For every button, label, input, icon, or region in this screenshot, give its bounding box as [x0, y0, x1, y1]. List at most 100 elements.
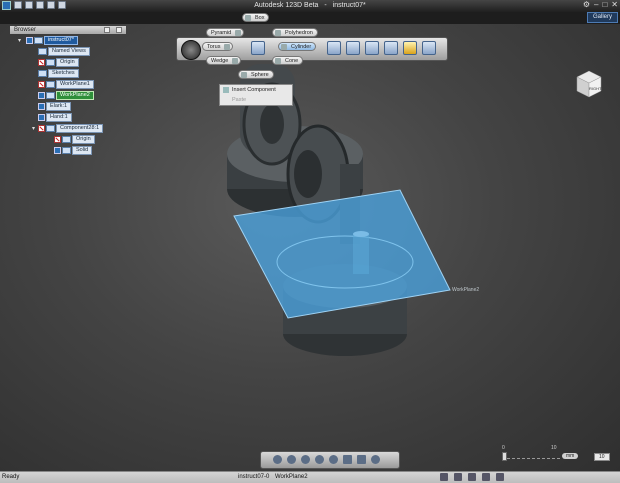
hidden-icon[interactable]: [38, 125, 45, 132]
box-icon: [245, 15, 251, 21]
primitive-polyhedron-button[interactable]: Polyhedron: [272, 28, 318, 37]
viewcube[interactable]: RIGHT: [574, 68, 604, 100]
visual-style-icon[interactable]: [357, 455, 366, 464]
insert-component-icon: [223, 87, 229, 93]
visibility-icon[interactable]: [38, 114, 45, 121]
status-bar: Ready instruct07-0 WorkPlane2: [0, 471, 620, 483]
primitives-menu-button[interactable]: [181, 40, 201, 60]
torus-icon: [224, 44, 231, 50]
origin-icon: [62, 136, 71, 143]
primitive-pyramid-button[interactable]: Pyramid: [206, 28, 245, 37]
primitive-label: Cone: [285, 58, 299, 64]
zoom-icon[interactable]: [315, 455, 324, 464]
fit-icon[interactable]: [329, 455, 338, 464]
tree-item-component28[interactable]: Component28:1: [38, 124, 104, 133]
zoom-slider-track[interactable]: [502, 454, 560, 459]
workplane-label: WorkPlane2: [452, 287, 480, 293]
snap-tool-icon[interactable]: [422, 41, 436, 55]
tree-item-workplane2[interactable]: WorkPlane2: [38, 91, 94, 100]
tree-item-named-views[interactable]: Named Views: [38, 47, 90, 56]
navigation-bar: [260, 451, 400, 469]
look-at-icon[interactable]: [287, 455, 296, 464]
primitive-label: Pyramid: [211, 30, 232, 36]
layout-icon[interactable]: [482, 473, 490, 481]
viewcube-icon[interactable]: [574, 68, 604, 100]
menu-item-paste[interactable]: Paste: [220, 95, 292, 105]
menu-item-insert-component[interactable]: Insert Component: [220, 85, 292, 95]
tree-label: Sketches: [48, 69, 79, 78]
folder-icon: [38, 48, 47, 55]
document-icon: [34, 37, 43, 44]
grid-icon[interactable]: [454, 473, 462, 481]
primitive-cylinder-button[interactable]: Cylinder: [278, 42, 317, 51]
zoom-slider-handle[interactable]: [502, 452, 507, 461]
close-icon[interactable]: ✕: [611, 1, 618, 9]
tree-label: Component28:1: [56, 124, 104, 133]
zoom-value[interactable]: 10: [594, 453, 610, 461]
primitive-sphere-button[interactable]: Sphere: [238, 70, 274, 79]
status-selection: WorkPlane2: [275, 474, 308, 480]
primitive-wedge-button[interactable]: Wedge: [206, 56, 242, 65]
browser-header: Browser: [10, 26, 126, 34]
minimize-icon[interactable]: –: [594, 1, 598, 9]
cylinder-icon: [281, 44, 287, 50]
wedge-icon: [232, 58, 239, 64]
tree-item-component-origin[interactable]: Origin: [54, 135, 95, 144]
primitive-label: Sphere: [251, 72, 269, 78]
notify-icon[interactable]: [496, 473, 504, 481]
primitive-label: Cylinder: [291, 44, 312, 50]
material-tool-icon[interactable]: [403, 41, 417, 55]
primitive-label: Polyhedron: [285, 30, 313, 36]
component-icon: [46, 125, 55, 132]
pan-icon[interactable]: [301, 455, 310, 464]
zoom-unit[interactable]: mm: [562, 453, 579, 459]
visibility-icon[interactable]: [38, 103, 45, 110]
gallery-button[interactable]: Gallery: [586, 12, 618, 23]
units-icon[interactable]: [468, 473, 476, 481]
section-icon[interactable]: [343, 455, 352, 464]
primitive-label: Torus: [207, 44, 221, 50]
tree-label: Elark:1: [46, 102, 72, 111]
tree-item-sketches[interactable]: Sketches: [38, 69, 79, 78]
visibility-icon[interactable]: [26, 37, 33, 44]
extrude-tool-icon[interactable]: [327, 41, 341, 55]
tree-item-origin[interactable]: Origin: [38, 58, 79, 67]
display-icon[interactable]: [371, 455, 380, 464]
browser-panel: Browser ▾ instruct07* Named Views Origin…: [10, 26, 126, 166]
sphere-icon: [241, 72, 247, 78]
visibility-icon[interactable]: [54, 147, 61, 154]
tree-label: instruct07*: [44, 36, 78, 45]
visibility-icon[interactable]: [38, 92, 45, 99]
tree-item-workplane1[interactable]: WorkPlane1: [38, 80, 94, 89]
hidden-icon[interactable]: [54, 136, 61, 143]
expand-root-icon[interactable]: ▾: [18, 37, 21, 44]
tree-item-root[interactable]: instruct07*: [26, 36, 78, 45]
context-menu: Insert Component Paste: [219, 84, 293, 106]
polyhedron-icon: [275, 30, 281, 36]
primitive-cone-button[interactable]: Cone: [272, 56, 304, 65]
maximize-icon[interactable]: □: [602, 1, 607, 9]
primitive-torus-button[interactable]: Torus: [202, 42, 234, 51]
primitive-box-button[interactable]: Box: [242, 13, 270, 22]
browser-close-icon[interactable]: [116, 27, 122, 33]
expand-component-icon[interactable]: ▾: [32, 125, 35, 132]
tree-item-solid[interactable]: Solid: [54, 146, 93, 155]
tree-item-hand[interactable]: Hand:1: [38, 113, 72, 122]
menu-item-label: Insert Component: [232, 87, 276, 93]
menu-item-label: Paste: [232, 97, 247, 103]
window-controls: ⚙ – □ ✕: [583, 1, 618, 9]
hidden-icon[interactable]: [38, 59, 45, 66]
browser-pin-icon[interactable]: [104, 27, 110, 33]
title-separator: -: [324, 2, 327, 9]
workplane-icon: [46, 81, 55, 88]
orbit-icon[interactable]: [273, 455, 282, 464]
help-icon[interactable]: ⚙: [583, 1, 590, 9]
tree-item-elark[interactable]: Elark:1: [38, 102, 72, 111]
modify-tool-icon[interactable]: [365, 41, 379, 55]
snap-icon[interactable]: [440, 473, 448, 481]
box-tool-icon[interactable]: [251, 41, 265, 55]
group-tool-icon[interactable]: [384, 41, 398, 55]
pattern-tool-icon[interactable]: [346, 41, 360, 55]
hidden-icon[interactable]: [38, 81, 45, 88]
peg-stem: [353, 234, 369, 274]
